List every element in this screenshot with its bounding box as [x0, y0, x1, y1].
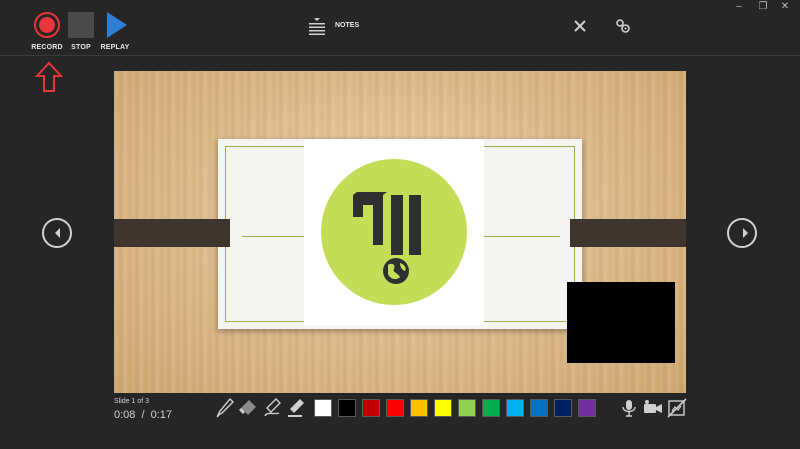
ink-color-swatch[interactable] — [338, 399, 356, 417]
restore-button[interactable]: ❐ — [757, 2, 769, 12]
ink-color-swatch[interactable] — [434, 399, 452, 417]
camera-preview-off-icon[interactable] — [667, 397, 687, 419]
total-time: 0:17 — [150, 409, 173, 421]
ink-color-swatch[interactable] — [410, 399, 428, 417]
notes-label: NOTES — [335, 22, 360, 29]
ink-color-swatch[interactable] — [314, 399, 332, 417]
record-icon — [34, 12, 60, 38]
recording-timer: 0:08 / 0:17 — [114, 409, 172, 421]
ink-color-swatch[interactable] — [482, 399, 500, 417]
logo-panel — [304, 139, 484, 325]
notes-button[interactable]: NOTES — [308, 17, 368, 37]
ink-color-swatch[interactable] — [458, 399, 476, 417]
ink-color-swatch[interactable] — [554, 399, 572, 417]
previous-slide-button[interactable] — [42, 218, 72, 248]
close-window-button[interactable]: ✕ — [779, 2, 791, 12]
settings-icon[interactable] — [615, 18, 631, 34]
microphone-icon[interactable] — [619, 397, 639, 419]
pen-icon[interactable] — [215, 397, 235, 419]
slide-card — [218, 139, 582, 329]
replay-button[interactable] — [102, 10, 132, 40]
logo-emblem-icon — [353, 192, 421, 284]
slide-counter: Slide 1 of 3 — [114, 398, 150, 405]
highlighter-icon[interactable] — [262, 397, 282, 419]
camera-preview — [567, 282, 675, 363]
record-button[interactable] — [32, 10, 62, 40]
camera-icon[interactable] — [643, 397, 663, 419]
clear-recording-icon[interactable] — [573, 19, 587, 33]
eraser-icon[interactable] — [238, 397, 258, 419]
left-strap — [114, 219, 230, 247]
ink-color-swatch[interactable] — [386, 399, 404, 417]
chevron-left-icon — [55, 228, 60, 238]
up-arrow-annotation-icon — [34, 61, 64, 92]
elapsed-time: 0:08 — [114, 409, 136, 421]
ink-color-swatch[interactable] — [578, 399, 596, 417]
stop-icon — [68, 12, 94, 38]
notes-icon — [309, 18, 325, 35]
minimize-button[interactable]: – — [733, 2, 745, 12]
chevron-right-icon — [743, 228, 748, 238]
marker-icon[interactable] — [286, 397, 306, 419]
logo-circle — [321, 159, 467, 305]
card-rule-left — [242, 236, 304, 237]
ink-color-swatch[interactable] — [530, 399, 548, 417]
ink-color-swatch[interactable] — [362, 399, 380, 417]
ink-color-swatch[interactable] — [506, 399, 524, 417]
slide-preview — [114, 71, 686, 393]
toolbar-divider — [0, 55, 800, 56]
replay-label: REPLAY — [100, 44, 130, 51]
card-rule-right — [484, 236, 560, 237]
next-slide-button[interactable] — [727, 218, 757, 248]
right-strap — [570, 219, 686, 247]
time-separator: / — [141, 409, 145, 421]
stop-button[interactable] — [66, 10, 96, 40]
play-icon — [107, 12, 127, 38]
